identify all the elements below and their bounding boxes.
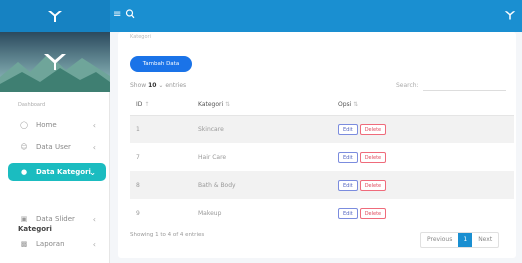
column-header-opsi[interactable]: Opsi ⇅ [332, 95, 514, 116]
cell-opsi: Edit Delete [332, 171, 514, 199]
cell-kategori: Skincare [192, 115, 332, 143]
sort-icon: ⇅ [225, 101, 231, 109]
cell-kategori: Makeup [198, 209, 222, 217]
delete-button[interactable]: Delete [359, 151, 387, 163]
table-row: 1 Skincare Edit Delete [130, 115, 514, 143]
table-info: Showing 1 to 4 of 4 entries [130, 232, 205, 238]
brand-logo[interactable] [0, 0, 110, 32]
home-icon: ◯ [20, 121, 28, 129]
top-bar: ≡ [0, 0, 522, 32]
table-row: 8 Bath & Body Edit Delete [130, 171, 514, 199]
content-card: Kategori Tambah Data Show 10 ⌄ entries S… [118, 32, 516, 258]
mountain-banner-image [0, 32, 110, 92]
cell-id: 1 [130, 115, 192, 143]
add-data-button[interactable]: Tambah Data [130, 56, 192, 72]
table-header-row: ID ↑ Kategori ⇅ Opsi ⇅ [130, 95, 514, 116]
sort-icon: ↑ [144, 101, 150, 109]
sidebar-heading: Dashboard [18, 102, 46, 108]
sidebar-item-label: Data Slider [36, 215, 75, 223]
sidebar-item-label: Data User [36, 143, 71, 151]
sidebar-item-label: Data Kategori [36, 168, 91, 176]
edit-button[interactable]: Edit [338, 123, 358, 135]
edit-button[interactable]: Edit [338, 179, 358, 191]
column-header-kategori[interactable]: Kategori ⇅ [192, 95, 332, 116]
delete-button[interactable]: Delete [359, 179, 387, 191]
chevron-left-icon: ‹ [92, 142, 96, 152]
table-row: 9 Makeup Edit Delete [130, 199, 514, 227]
next-page-button[interactable]: Next [472, 233, 498, 247]
cell-opsi: Edit Delete [332, 199, 514, 227]
search-label: Search: [396, 82, 419, 89]
entries-label: entries [165, 82, 187, 89]
cell-id: 7 [136, 153, 140, 161]
show-label: Show [130, 82, 147, 89]
sidebar-item-data-user[interactable]: ☺ Data User ‹ [8, 138, 106, 156]
pagination: Previous 1 Next [420, 232, 500, 248]
search-input[interactable] [423, 90, 506, 91]
chevron-left-icon: ‹ [92, 239, 96, 249]
cell-kategori: Bath & Body [192, 171, 332, 199]
chevron-down-icon: ⌄ [89, 167, 96, 177]
sidebar-item-laporan[interactable]: ▩ Laporan ‹ [8, 235, 106, 253]
column-header-id[interactable]: ID ↑ [130, 95, 192, 116]
delete-button[interactable]: Delete [359, 207, 387, 219]
sidebar-item-home[interactable]: ◯ Home ‹ [8, 116, 106, 134]
edit-button[interactable]: Edit [338, 151, 358, 163]
sort-icon: ⇅ [353, 101, 359, 109]
cell-kategori: Hair Care [198, 153, 227, 161]
entries-select[interactable]: 10 [148, 82, 156, 89]
sidebar-banner [0, 32, 110, 92]
show-entries: Show 10 ⌄ entries [130, 82, 186, 89]
card-title: Kategori [130, 34, 151, 40]
sidebar-item-data-slider[interactable]: ▣ Data Slider ‹ [8, 210, 106, 228]
sidebar-item-data-kategori[interactable]: ● Data Kategori ⌄ [8, 163, 106, 181]
chevron-down-icon[interactable]: ⌄ [158, 82, 163, 89]
previous-page-button[interactable]: Previous [421, 233, 458, 247]
sidebar-item-label: Home [36, 121, 57, 129]
logo-icon [48, 11, 62, 22]
menu-icon[interactable]: ≡ [113, 9, 121, 21]
cell-opsi: Edit Delete [332, 115, 514, 143]
data-table: ID ↑ Kategori ⇅ Opsi ⇅ 1 Skincare Edit De… [130, 95, 514, 227]
report-icon: ▩ [20, 240, 28, 248]
sidebar-item-label: Laporan [36, 240, 65, 248]
users-icon: ☺ [20, 143, 28, 151]
delete-button[interactable]: Delete [359, 123, 387, 135]
sidebar: Dashboard ◯ Home ‹ ☺ Data User ‹ ● Data … [0, 32, 110, 263]
user-logo-icon[interactable] [504, 10, 516, 20]
page-1-button[interactable]: 1 [458, 233, 473, 247]
chevron-left-icon: ‹ [92, 214, 96, 224]
chevron-left-icon: ‹ [92, 120, 96, 130]
table-row: 7 Hair Care Edit Delete [130, 143, 514, 171]
cell-id: 8 [130, 171, 192, 199]
cell-id: 9 [136, 209, 140, 217]
image-icon: ▣ [20, 215, 28, 223]
search-icon[interactable] [125, 8, 135, 20]
tag-icon: ● [20, 168, 28, 176]
cell-opsi: Edit Delete [332, 143, 514, 171]
edit-button[interactable]: Edit [338, 207, 358, 219]
